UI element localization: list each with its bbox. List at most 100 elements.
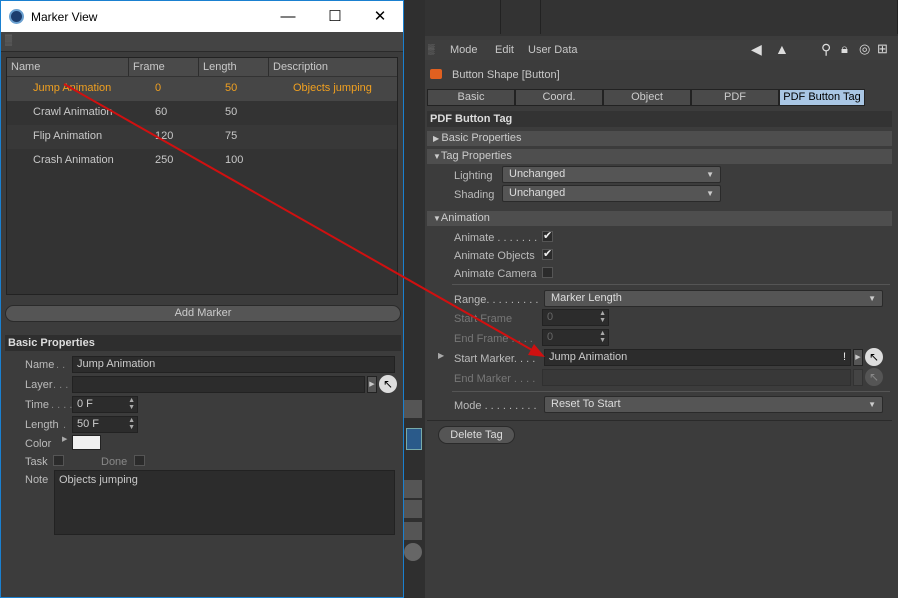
marker-view-window: Marker View — ☐ ✕ ▒ Name Frame Length De… <box>0 0 404 598</box>
animate-camera-checkbox[interactable] <box>542 267 553 278</box>
table-header: Name Frame Length Description <box>7 58 397 76</box>
shading-label: Shading <box>454 189 495 201</box>
start-frame-field[interactable]: 0 ▲ ▼ <box>542 309 609 326</box>
add-marker-button[interactable]: Add Marker <box>5 305 401 322</box>
cell-length: 50 <box>225 82 238 94</box>
expand-arrow-icon[interactable]: ▶ <box>62 435 67 443</box>
length-label: Length <box>25 419 59 431</box>
table-row[interactable]: Crawl Animation 60 50 <box>7 101 397 125</box>
minimize-icon[interactable]: — <box>265 1 311 32</box>
lighting-dropdown[interactable]: Unchanged ▼ <box>502 166 721 183</box>
app-logo-icon <box>9 9 24 24</box>
mode-dropdown[interactable]: Reset To Start ▼ <box>544 396 883 413</box>
strip-button[interactable] <box>404 480 422 498</box>
maximize-icon[interactable]: ☐ <box>312 1 358 32</box>
start-marker-value: Jump Animation <box>549 351 628 363</box>
cell-name: Crash Animation <box>33 154 114 166</box>
cell-name: Crawl Animation <box>33 106 113 118</box>
new-panel-icon[interactable]: ⊞ <box>877 41 888 57</box>
section-animation[interactable]: ▼Animation <box>427 211 892 226</box>
label-dots: . <box>63 419 67 431</box>
pick-cursor-icon[interactable]: ↖ <box>379 375 397 393</box>
color-swatch[interactable] <box>72 435 101 450</box>
end-marker-label: End Marker . . . . <box>454 373 536 385</box>
animate-objects-checkbox[interactable]: ✔ <box>542 249 553 260</box>
time-field[interactable]: 0 F ▲ ▼ <box>72 396 138 413</box>
background-strip <box>404 0 425 598</box>
section-label: Tag Properties <box>440 150 512 162</box>
strip-button[interactable] <box>404 522 422 540</box>
target-icon[interactable]: ◎ <box>859 41 870 57</box>
tab-object[interactable]: Object <box>603 89 691 106</box>
length-value: 50 F <box>77 418 100 430</box>
end-marker-field[interactable] <box>542 369 851 386</box>
range-value: Marker Length <box>551 292 622 304</box>
range-dropdown[interactable]: Marker Length ▼ <box>544 290 883 307</box>
done-checkbox[interactable] <box>134 455 145 466</box>
basic-properties-heading: Basic Properties <box>5 335 401 351</box>
divider <box>452 284 890 285</box>
strip-button[interactable] <box>404 543 422 561</box>
layer-field[interactable] <box>72 376 365 393</box>
animate-checkbox[interactable]: ✔ <box>542 231 553 242</box>
chevron-down-icon: ▼ <box>868 294 876 303</box>
column-header-description[interactable]: Description <box>269 58 397 76</box>
table-row[interactable]: Flip Animation 120 75 <box>7 125 397 149</box>
strip-thumbnail[interactable] <box>406 428 422 450</box>
pick-cursor-icon[interactable]: ↖ <box>865 348 883 366</box>
link-arrow-button[interactable]: ▶ <box>853 349 863 366</box>
name-value: Jump Animation <box>77 358 156 370</box>
section-basic-properties[interactable]: ▶ Basic Properties <box>427 131 892 146</box>
time-value: 0 F <box>77 398 93 410</box>
object-title-text: Button Shape [Button] <box>452 69 560 81</box>
column-header-length[interactable]: Length <box>199 58 269 76</box>
table-row[interactable]: Crash Animation 250 100 <box>7 149 397 173</box>
delete-tag-button[interactable]: Delete Tag <box>438 426 515 444</box>
start-frame-label: Start Frame <box>454 313 513 325</box>
task-checkbox[interactable] <box>53 455 64 466</box>
strip-button[interactable] <box>404 400 422 418</box>
column-header-name[interactable]: Name <box>7 58 129 76</box>
search-icon[interactable]: ⚲ <box>821 41 831 58</box>
lock-icon[interactable]: 🔒︎ <box>841 41 848 57</box>
shading-dropdown[interactable]: Unchanged ▼ <box>502 185 721 202</box>
tab-basic[interactable]: Basic <box>427 89 515 106</box>
close-icon[interactable]: ✕ <box>357 1 403 32</box>
column-header-frame[interactable]: Frame <box>129 58 199 76</box>
pick-cursor-icon[interactable]: ↖ <box>865 368 883 386</box>
object-title: Button Shape [Button] <box>427 66 887 84</box>
stepper-arrows-icon: ▲ ▼ <box>599 310 606 324</box>
layer-label: Layer <box>25 379 53 391</box>
section-label: Basic Properties <box>441 132 522 144</box>
table-row[interactable]: Jump Animation 0 50 Objects jumping <box>7 77 397 101</box>
back-arrow-icon[interactable]: ◀ <box>751 41 762 58</box>
menu-user-data[interactable]: User Data <box>528 44 578 56</box>
expand-arrow-icon[interactable]: ▶ <box>438 351 444 360</box>
link-arrow-button[interactable]: ▶ <box>367 376 377 393</box>
end-frame-field[interactable]: 0 ▲ ▼ <box>542 329 609 346</box>
link-arrow-button[interactable] <box>853 369 863 386</box>
strip-button[interactable] <box>404 500 422 518</box>
start-frame-value: 0 <box>547 311 554 323</box>
shading-value: Unchanged <box>509 187 566 199</box>
up-arrow-icon[interactable]: ▲ <box>775 41 789 57</box>
length-field[interactable]: 50 F ▲ ▼ <box>72 416 138 433</box>
window-title-bar[interactable]: Marker View — ☐ ✕ <box>1 1 403 32</box>
note-textarea[interactable]: Objects jumping <box>54 470 395 535</box>
end-frame-label: End Frame . . . . <box>454 333 533 345</box>
chevron-down-icon: ▼ <box>868 400 876 409</box>
cell-length: 75 <box>225 130 238 142</box>
menu-edit[interactable]: Edit <box>495 44 514 56</box>
tab-pdf-button-tag[interactable]: PDF Button Tag <box>779 89 865 106</box>
menu-mode[interactable]: Mode <box>450 44 478 56</box>
name-field[interactable]: Jump Animation <box>72 356 395 373</box>
cell-description: Objects jumping <box>293 82 372 94</box>
tab-pdf[interactable]: PDF <box>691 89 779 106</box>
section-tag-properties[interactable]: ▼Tag Properties <box>427 149 892 164</box>
tab-coord[interactable]: Coord. <box>515 89 603 106</box>
time-label: Time <box>25 399 50 411</box>
animate-camera-label: Animate Camera <box>454 268 537 280</box>
start-marker-field[interactable]: Jump Animation! <box>544 349 851 366</box>
note-value: Objects jumping <box>59 474 138 486</box>
cell-frame: 120 <box>155 130 174 142</box>
